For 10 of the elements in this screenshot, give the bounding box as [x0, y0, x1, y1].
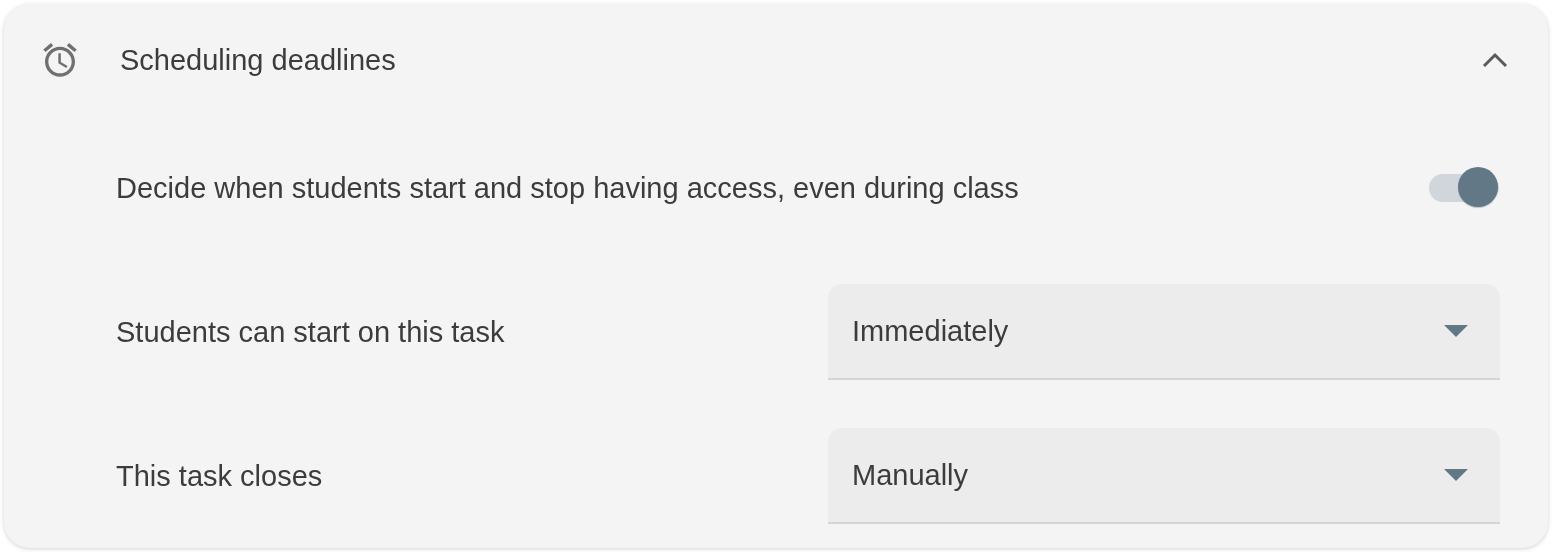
field-label: Students can start on this task [116, 315, 505, 349]
dropdown-select[interactable]: Manually [828, 428, 1500, 524]
field-label: This task closes [116, 459, 323, 493]
dropdown-arrow-icon [1444, 325, 1468, 337]
chevron-up-icon[interactable] [1482, 52, 1508, 68]
toggle-label: Decide when students start and stop having access, even during class [116, 171, 1019, 205]
dropdown-select[interactable]: Immediately [828, 284, 1500, 380]
access-toggle[interactable] [1428, 167, 1500, 209]
section-title: Scheduling deadlines [120, 43, 397, 77]
dropdown-arrow-icon [1444, 469, 1468, 481]
